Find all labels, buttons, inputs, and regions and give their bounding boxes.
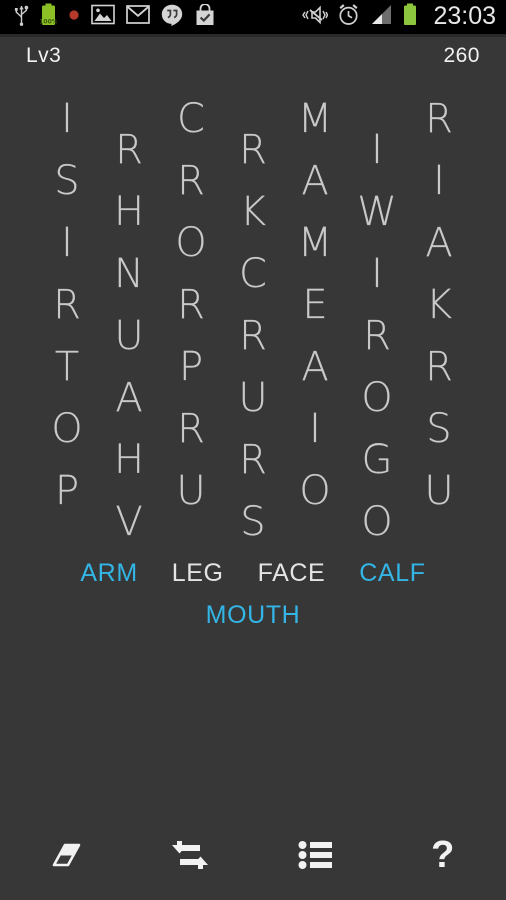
grid-letter[interactable]: I xyxy=(346,243,408,305)
question-mark-icon: ? xyxy=(431,834,455,876)
grid-letter[interactable]: R xyxy=(160,150,222,212)
grid-column: RHNUAHV xyxy=(98,119,160,553)
grid-column: RKCRURS xyxy=(222,119,284,553)
grid-letter[interactable]: I xyxy=(36,88,98,150)
svg-text:100%: 100% xyxy=(40,18,57,25)
grid-column: ISIRTOP xyxy=(36,88,98,522)
gallery-icon xyxy=(91,4,115,30)
bottom-toolbar: ? xyxy=(0,810,506,900)
grid-letter[interactable]: H xyxy=(98,429,160,491)
grid-letter[interactable]: V xyxy=(98,491,160,553)
word-list-row: MOUTH xyxy=(40,594,466,636)
grid-letter[interactable]: R xyxy=(36,274,98,336)
battery-icon xyxy=(402,3,418,31)
grid-letter[interactable]: R xyxy=(408,88,470,150)
grid-letter[interactable]: A xyxy=(284,336,346,398)
word-list-row: ARM LEG FACE CALF xyxy=(40,552,466,594)
grid-letter[interactable]: E xyxy=(284,274,346,336)
recording-dot-icon xyxy=(68,8,80,26)
word-search-grid[interactable]: ISIRTOPRHNUAHVCRORPRURKCRURSMAMEAIOIWIRO… xyxy=(0,88,506,548)
word-list: ARM LEG FACE CALF MOUTH xyxy=(0,552,506,636)
status-bar-clock: 23:03 xyxy=(433,1,496,30)
word-found: CALF xyxy=(359,559,426,587)
grid-letter[interactable]: O xyxy=(346,367,408,429)
game-screen: 100% 23:03 Lv3 260 I S I R T O P R H N U… xyxy=(0,0,506,900)
game-header: Lv3 260 xyxy=(0,37,506,75)
status-bar-notification-icons: 100% xyxy=(14,2,216,32)
status-bar-system-icons: 23:03 xyxy=(302,3,496,31)
grid-column: CRORPRU xyxy=(160,88,222,522)
grid-column: MAMEAIO xyxy=(284,88,346,522)
wordlist-button[interactable] xyxy=(253,810,380,900)
grid-letter[interactable]: R xyxy=(222,305,284,367)
grid-letter[interactable]: R xyxy=(222,429,284,491)
grid-letter[interactable]: M xyxy=(284,212,346,274)
grid-letter[interactable]: I xyxy=(36,212,98,274)
grid-column: RIAKRSU xyxy=(408,88,470,522)
grid-letter[interactable]: C xyxy=(160,88,222,150)
shuffle-button[interactable] xyxy=(127,810,254,900)
grid-letter[interactable]: G xyxy=(346,429,408,491)
grid-letter[interactable]: M xyxy=(284,88,346,150)
grid-letter[interactable]: U xyxy=(408,460,470,522)
grid-letter[interactable]: C xyxy=(222,243,284,305)
grid-letter[interactable]: R xyxy=(408,336,470,398)
grid-letter[interactable]: P xyxy=(36,460,98,522)
eraser-button[interactable] xyxy=(0,810,127,900)
grid-letter[interactable]: O xyxy=(346,491,408,553)
play-store-icon xyxy=(194,2,216,31)
grid-letter[interactable]: O xyxy=(284,460,346,522)
grid-letter[interactable]: S xyxy=(36,150,98,212)
grid-letter[interactable]: S xyxy=(408,398,470,460)
battery-charge-icon: 100% xyxy=(39,3,58,32)
grid-letter[interactable]: A xyxy=(284,150,346,212)
level-label: Lv3 xyxy=(26,44,62,67)
help-button[interactable]: ? xyxy=(380,810,506,900)
grid-letter[interactable]: A xyxy=(98,367,160,429)
hangouts-icon xyxy=(161,4,183,31)
grid-letter[interactable]: W xyxy=(346,181,408,243)
grid-letter[interactable]: I xyxy=(408,150,470,212)
grid-letter[interactable]: I xyxy=(346,119,408,181)
grid-letter[interactable]: O xyxy=(36,398,98,460)
word-pending: LEG xyxy=(171,559,224,587)
eraser-icon xyxy=(41,840,85,870)
word-pending: FACE xyxy=(257,559,326,587)
grid-letter[interactable]: K xyxy=(222,181,284,243)
grid-letter[interactable]: R xyxy=(346,305,408,367)
score-label: 260 xyxy=(443,44,480,67)
grid-letter[interactable]: K xyxy=(408,274,470,336)
alarm-clock-icon xyxy=(337,3,360,31)
usb-icon xyxy=(14,4,29,31)
grid-letter[interactable]: S xyxy=(222,491,284,553)
word-found: ARM xyxy=(80,559,138,587)
mute-vibrate-icon xyxy=(302,4,329,31)
gmail-icon xyxy=(126,4,150,30)
word-found: MOUTH xyxy=(205,601,301,629)
shuffle-icon xyxy=(170,839,210,871)
grid-letter[interactable]: R xyxy=(98,119,160,181)
grid-letter[interactable]: O xyxy=(160,212,222,274)
grid-letter[interactable]: P xyxy=(160,336,222,398)
grid-letter[interactable]: R xyxy=(222,119,284,181)
grid-column: IWIROGO xyxy=(346,119,408,553)
grid-letter[interactable]: R xyxy=(160,274,222,336)
grid-letter[interactable]: U xyxy=(160,460,222,522)
grid-letter[interactable]: U xyxy=(98,305,160,367)
grid-letter[interactable]: I xyxy=(284,398,346,460)
grid-letter[interactable]: N xyxy=(98,243,160,305)
grid-letter[interactable]: U xyxy=(222,367,284,429)
android-status-bar: 100% 23:03 xyxy=(0,0,506,34)
grid-letter[interactable]: T xyxy=(36,336,98,398)
grid-letter[interactable]: A xyxy=(408,212,470,274)
grid-letter[interactable]: R xyxy=(160,398,222,460)
grid-letter[interactable]: H xyxy=(98,181,160,243)
list-icon xyxy=(298,840,334,870)
signal-bars-icon xyxy=(369,4,393,30)
